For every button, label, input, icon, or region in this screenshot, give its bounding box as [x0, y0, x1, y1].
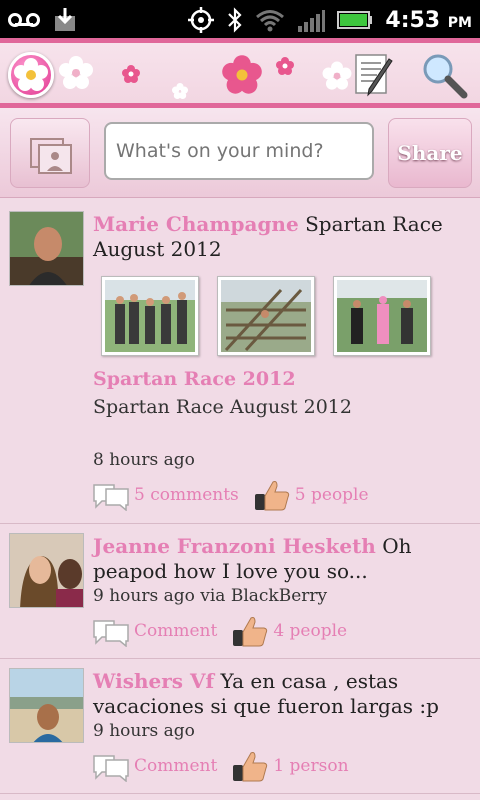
feed-post[interactable]: Marie Champagne Spartan Race August 2012 — [0, 202, 480, 524]
feed-post[interactable]: Wishers Vf Ya en casa , estas vacaciones… — [0, 659, 480, 794]
bluetooth-icon — [228, 7, 242, 33]
gps-icon — [188, 7, 215, 33]
add-photo-button[interactable] — [10, 118, 90, 188]
post-timestamp: 8 hours ago — [93, 450, 195, 470]
post-timestamp: 9 hours ago via BlackBerry — [93, 586, 328, 606]
thumbs-up-icon — [233, 617, 268, 647]
comment-icon — [93, 755, 129, 782]
clock: 4:53 PM — [385, 7, 472, 33]
photo-thumbnail[interactable] — [217, 276, 315, 356]
avatar-photo — [10, 212, 83, 285]
signal-icon — [298, 10, 326, 32]
comment-button[interactable]: Comment — [92, 750, 217, 782]
likes-count: 4 people — [273, 621, 348, 641]
album-description: Spartan Race August 2012 — [93, 396, 352, 418]
avatar[interactable] — [9, 211, 84, 286]
avatar[interactable] — [9, 533, 84, 608]
comments-button[interactable]: 5 comments — [92, 479, 239, 511]
wifi-icon — [256, 10, 285, 32]
download-icon — [55, 8, 75, 31]
decorative-flower-icon — [59, 56, 93, 89]
avatar[interactable] — [9, 668, 84, 743]
comment-label: Comment — [134, 621, 218, 641]
comment-button[interactable]: Comment — [92, 615, 217, 647]
author-name[interactable]: Wishers Vf — [93, 669, 214, 693]
comment-label: Comment — [134, 756, 218, 776]
decorative-flower-icon — [172, 83, 188, 99]
thumbs-up-icon — [254, 481, 289, 511]
post-actions: Comment 4 people — [92, 614, 347, 648]
likes-button[interactable]: 4 people — [231, 614, 347, 648]
decorative-flower-icon — [222, 55, 262, 94]
share-button[interactable]: Share — [388, 118, 472, 188]
avatar-photo — [10, 534, 83, 607]
app-logo-button[interactable] — [8, 52, 54, 98]
photo-thumbnail[interactable] — [333, 276, 431, 356]
decorative-flower-icon — [322, 61, 352, 90]
likes-button[interactable]: 1 person — [231, 749, 349, 783]
post-timestamp: 9 hours ago — [93, 721, 195, 741]
comment-icon — [93, 620, 129, 647]
decorative-flower-icon — [276, 57, 294, 75]
status-composer: Share — [0, 108, 480, 198]
status-input[interactable] — [104, 122, 374, 180]
app-header — [0, 38, 480, 108]
decorative-flower-icon — [122, 65, 140, 83]
photo-strip — [101, 276, 431, 356]
avatar-photo — [10, 669, 83, 742]
flower-icon — [14, 58, 48, 91]
feed-post[interactable]: Jeanne Franzoni Hesketh Oh peapod how I … — [0, 524, 480, 659]
comments-count: 5 comments — [134, 485, 239, 505]
voicemail-icon — [8, 13, 40, 27]
post-actions: Comment 1 person — [92, 749, 349, 783]
status-bar: 4:53 PM — [0, 0, 480, 38]
likes-count: 1 person — [273, 756, 349, 776]
likes-count: 5 people — [294, 485, 369, 505]
author-name[interactable]: Marie Champagne — [93, 212, 299, 236]
thumbs-up-icon — [233, 752, 268, 782]
compose-note-icon[interactable] — [352, 51, 396, 99]
battery-icon — [337, 11, 373, 29]
search-icon[interactable] — [420, 51, 468, 99]
photos-icon — [30, 138, 72, 174]
comment-icon — [93, 484, 129, 511]
album-title[interactable]: Spartan Race 2012 — [93, 368, 296, 390]
author-name[interactable]: Jeanne Franzoni Hesketh — [93, 534, 376, 558]
likes-button[interactable]: 5 people — [253, 478, 369, 512]
photo-thumbnail[interactable] — [101, 276, 199, 356]
post-actions: 5 comments 5 people — [92, 478, 369, 512]
